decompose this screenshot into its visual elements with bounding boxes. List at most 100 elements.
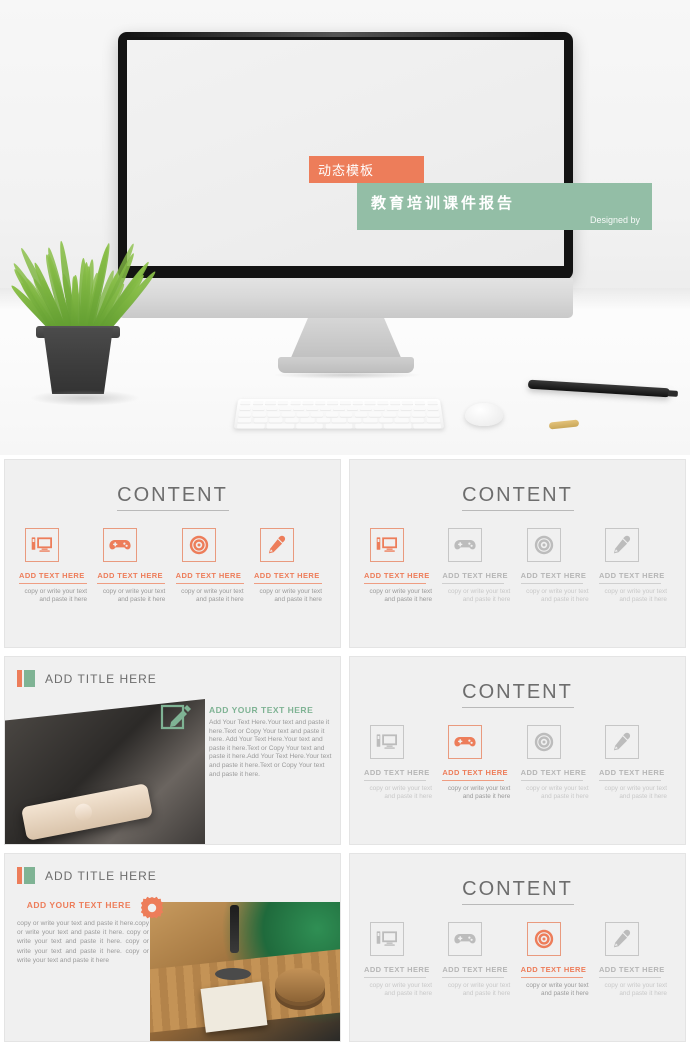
keyboard-key xyxy=(237,424,265,429)
section-body: Add Your Text Here.Your text and paste i… xyxy=(209,719,337,779)
slide-title: CONTENT xyxy=(350,484,685,507)
keyboard-key xyxy=(315,401,325,405)
icon-item[interactable]: ADD TEXT HERE copy or write your text and… xyxy=(521,922,593,998)
keyboard-key xyxy=(265,401,276,405)
icon-item[interactable]: ADD TEXT HERE copy or write your text and… xyxy=(599,528,671,604)
icon-item[interactable]: ADD TEXT HERE copy or write your text and… xyxy=(442,922,514,998)
icon-item[interactable]: ADD TEXT HERE copy or write your text and… xyxy=(442,528,514,604)
icon-item[interactable]: ADD TEXT HERE copy or write your text and… xyxy=(97,528,169,604)
wood-photo xyxy=(150,902,340,1042)
keyboard-key xyxy=(253,412,266,416)
lamp-base xyxy=(215,968,251,980)
keyboard-key xyxy=(383,412,396,416)
icon-item-body: copy or write your text and paste it her… xyxy=(599,588,667,605)
icon-item-body: copy or write your text and paste it her… xyxy=(442,785,510,802)
icon-item-rule xyxy=(19,583,87,584)
icon-item[interactable]: ADD TEXT HERE copy or write your text and… xyxy=(176,528,248,604)
slide-cell[interactable]: CONTENT ADD TEXT HERE copy or write your … xyxy=(345,652,690,849)
plant-pot xyxy=(40,328,116,394)
keyboard-key xyxy=(355,424,382,429)
icon-item-rule xyxy=(364,780,426,781)
slide-wood[interactable]: ADD TITLE HERE ADD YOUR TEXT HERE copy o… xyxy=(4,853,341,1042)
slide-content-3[interactable]: CONTENT ADD TEXT HERE copy or write your … xyxy=(349,656,686,845)
icon-item-head: ADD TEXT HERE xyxy=(19,571,91,580)
slide-title: ADD TITLE HERE xyxy=(45,672,157,686)
phone-device xyxy=(21,783,153,841)
gamepad-icon xyxy=(448,922,482,956)
icon-item[interactable]: ADD TEXT HERE copy or write your text and… xyxy=(364,922,436,998)
keyboard-key xyxy=(384,424,412,429)
slide-title: CONTENT xyxy=(350,681,685,704)
icon-item-list: ADD TEXT HERE copy or write your text and… xyxy=(364,528,671,604)
wood-text-block: ADD YOUR TEXT HERE copy or write your te… xyxy=(17,900,167,965)
eyedropper-icon xyxy=(605,922,639,956)
slide-content-2[interactable]: CONTENT ADD TEXT HERE copy or write your … xyxy=(349,459,686,648)
icon-item-head: ADD TEXT HERE xyxy=(521,965,593,974)
coaster-stack xyxy=(275,968,325,1002)
title-underline xyxy=(462,510,574,511)
icon-item-body: copy or write your text and paste it her… xyxy=(364,588,432,605)
keyboard-key xyxy=(387,406,399,410)
slide-cell[interactable]: CONTENT ADD TEXT HERE copy or write your … xyxy=(345,849,690,1046)
icon-item-head: ADD TEXT HERE xyxy=(521,768,593,777)
slide-cell[interactable]: ADD TITLE HERE ADD YOUR TEXT HERE Add Yo… xyxy=(0,652,345,849)
icon-item-rule xyxy=(599,977,661,978)
slide-cell[interactable]: CONTENT ADD TEXT HERE copy or write your … xyxy=(345,455,690,652)
keyboard-key xyxy=(379,418,393,422)
icon-item[interactable]: ADD TEXT HERE copy or write your text and… xyxy=(19,528,91,604)
icon-item-body: copy or write your text and paste it her… xyxy=(254,588,322,605)
disc-icon xyxy=(527,528,561,562)
lamp-pole xyxy=(230,905,239,953)
keyboard-key xyxy=(278,401,289,405)
slide-content-1[interactable]: CONTENT ADD TEXT HERE copy or write your … xyxy=(4,459,341,648)
icon-item-head: ADD TEXT HERE xyxy=(364,768,436,777)
icon-item-body: copy or write your text and paste it her… xyxy=(176,588,244,605)
keyboard-key xyxy=(400,406,412,410)
keyboard-key xyxy=(266,424,294,429)
slide-title: ADD TITLE HERE xyxy=(45,869,157,883)
icon-item[interactable]: ADD TEXT HERE copy or write your text and… xyxy=(254,528,326,604)
icon-item[interactable]: ADD TEXT HERE copy or write your text and… xyxy=(442,725,514,801)
keyboard-key xyxy=(303,401,313,405)
slide-cell[interactable]: CONTENT ADD TEXT HERE copy or write your … xyxy=(0,455,345,652)
keyboard-key xyxy=(326,412,338,416)
keyboard-key xyxy=(268,412,281,416)
icon-item-rule xyxy=(442,583,504,584)
icon-item[interactable]: ADD TEXT HERE copy or write your text and… xyxy=(521,725,593,801)
keyboard-key xyxy=(316,418,330,422)
keyboard-key xyxy=(333,406,344,410)
icon-item-head: ADD TEXT HERE xyxy=(521,571,593,580)
gamepad-icon xyxy=(103,528,137,562)
keyboard-key xyxy=(307,406,318,410)
slide-cell[interactable]: ADD TITLE HERE ADD YOUR TEXT HERE copy o… xyxy=(0,849,345,1046)
keyboard-key xyxy=(369,412,381,416)
icon-item-head: ADD TEXT HERE xyxy=(599,768,671,777)
edit-square-icon xyxy=(160,702,194,737)
hero-badge-label: 动态模板 xyxy=(318,160,374,179)
icon-item[interactable]: ADD TEXT HERE copy or write your text and… xyxy=(599,922,671,998)
slide-title-bar: ADD TITLE HERE xyxy=(17,670,157,687)
keyboard-key xyxy=(293,406,304,410)
slide-phone[interactable]: ADD TITLE HERE ADD YOUR TEXT HERE Add Yo… xyxy=(4,656,341,845)
icon-item-rule xyxy=(176,583,244,584)
icon-item-body: copy or write your text and paste it her… xyxy=(599,785,667,802)
keyboard-key xyxy=(282,412,295,416)
icon-item-head: ADD TEXT HERE xyxy=(442,571,514,580)
gamepad-icon xyxy=(448,528,482,562)
icon-item[interactable]: ADD TEXT HERE copy or write your text and… xyxy=(521,528,593,604)
keyboard-key xyxy=(410,418,424,422)
icon-item[interactable]: ADD TEXT HERE copy or write your text and… xyxy=(364,725,436,801)
icon-item-rule xyxy=(521,583,583,584)
icon-item-rule xyxy=(364,583,426,584)
icon-item[interactable]: ADD TEXT HERE copy or write your text and… xyxy=(599,725,671,801)
eyedropper-icon xyxy=(605,725,639,759)
icon-item-head: ADD TEXT HERE xyxy=(364,571,436,580)
icon-item-head: ADD TEXT HERE xyxy=(599,965,671,974)
icon-item[interactable]: ADD TEXT HERE copy or write your text and… xyxy=(364,528,436,604)
keyboard-key xyxy=(311,412,323,416)
icon-item-head: ADD TEXT HERE xyxy=(442,768,514,777)
keyboard-key xyxy=(320,406,331,410)
slide-content-4[interactable]: CONTENT ADD TEXT HERE copy or write your … xyxy=(349,853,686,1042)
keyboard-key xyxy=(348,418,362,422)
eyedropper-icon xyxy=(260,528,294,562)
